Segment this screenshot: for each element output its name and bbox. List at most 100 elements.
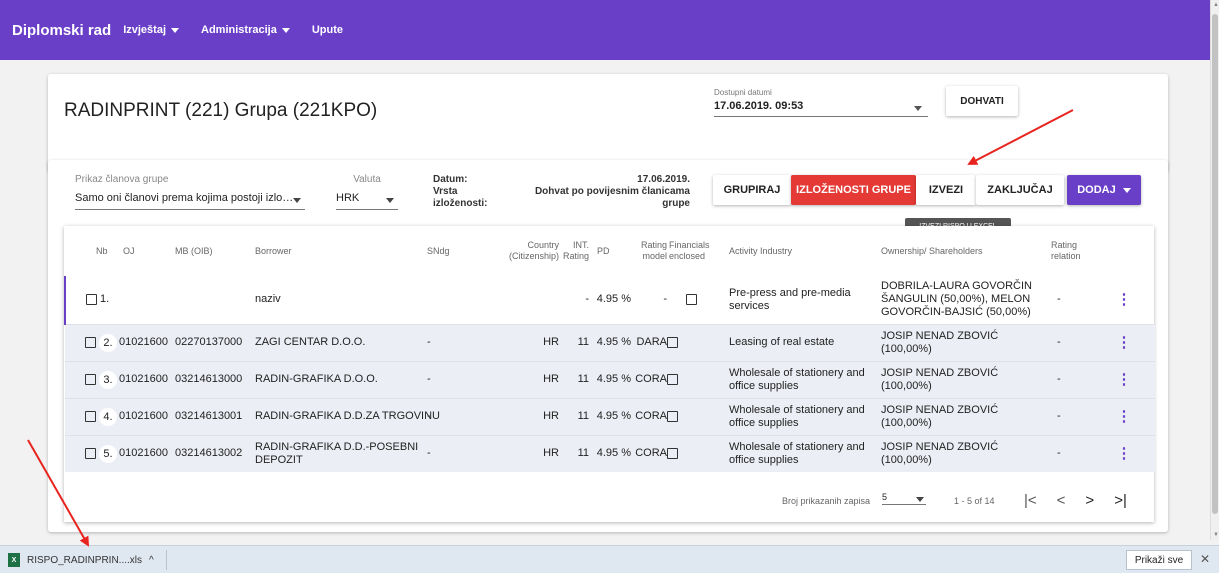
exposure-type-label-1: Vrsta xyxy=(433,186,458,197)
table-row[interactable]: 4. 01021600 03214613001 RADIN-GRAFIKA D.… xyxy=(65,397,1155,435)
app-brand[interactable]: Diplomski rad xyxy=(12,22,111,39)
available-dates-select[interactable]: Dostupni datumi 17.06.2019. 09:53 xyxy=(714,88,928,117)
download-item[interactable]: X RISPO_RADINPRIN....xls ^ xyxy=(8,550,167,570)
rating-model-cell: DARA xyxy=(631,323,667,361)
col-country[interactable]: Country (Citizenship) xyxy=(509,226,559,276)
first-page-icon[interactable]: |< xyxy=(1024,492,1037,509)
close-icon[interactable]: ✕ xyxy=(1200,552,1210,566)
financials-checkbox[interactable] xyxy=(667,410,678,422)
fetch-button[interactable]: DOHVATI xyxy=(946,86,1018,116)
sndg-cell: - xyxy=(427,360,509,398)
col-mb[interactable]: MB (OIB) xyxy=(175,226,255,276)
col-model-line2: model xyxy=(642,251,667,261)
excel-file-icon: X xyxy=(8,553,20,567)
chevron-up-icon[interactable]: ^ xyxy=(149,555,154,566)
ownership-cell: JOSIP NENAD ZBOVIĆ (100,00%) xyxy=(871,323,1051,361)
mb-cell xyxy=(175,276,255,324)
col-int-rating[interactable]: INT. Rating xyxy=(559,226,589,276)
table-row[interactable]: 2. 01021600 02270137000 ZAGI CENTAR D.O.… xyxy=(65,323,1155,361)
oj-cell: 01021600 xyxy=(119,397,175,435)
col-financials[interactable]: Financials enclosed xyxy=(667,226,715,276)
nb-cell: 5. xyxy=(65,434,119,472)
row-menu-icon[interactable]: ⋮ xyxy=(1093,323,1155,361)
oj-cell: 01021600 xyxy=(119,434,175,472)
members-filter-select[interactable]: Prikaz članova grupe Samo oni članovi pr… xyxy=(75,174,305,210)
exposure-type-label-2: izloženosti: xyxy=(433,198,488,209)
relation-cell: - xyxy=(1051,360,1093,398)
col-activity[interactable]: Activity Industry xyxy=(715,226,871,276)
table-row[interactable]: 3. 01021600 03214613000 RADIN-GRAFIKA D.… xyxy=(65,360,1155,398)
download-bar: X RISPO_RADINPRIN....xls ^ Prikaži sve ✕ xyxy=(0,545,1219,573)
financials-checkbox[interactable] xyxy=(667,447,678,459)
currency-label: Valuta xyxy=(353,174,381,185)
menu-izvjestaj[interactable]: Izvještaj xyxy=(123,24,180,36)
group-exposures-button[interactable]: IZLOŽENOSTI GRUPE xyxy=(791,175,916,205)
col-relation[interactable]: Rating relation xyxy=(1051,226,1093,276)
scrollbar-thumb[interactable] xyxy=(1212,14,1218,514)
col-actions xyxy=(1093,226,1155,276)
borrower-cell: ZAGI CENTAR D.O.O. xyxy=(255,323,427,361)
col-oj[interactable]: OJ xyxy=(119,226,175,276)
financials-checkbox[interactable] xyxy=(667,373,678,385)
scroll-down-icon[interactable]: ▼ xyxy=(1213,532,1219,538)
menu-administracija[interactable]: Administracija xyxy=(201,24,290,36)
borrower-cell: RADIN-GRAFIKA D.O.O. xyxy=(255,360,427,398)
col-pd[interactable]: PD xyxy=(589,226,631,276)
chevron-down-icon xyxy=(1122,187,1131,193)
menu-upute-label: Upute xyxy=(311,24,343,36)
row-checkbox[interactable] xyxy=(85,411,96,422)
menu-upute[interactable]: Upute xyxy=(312,24,343,36)
nb-cell: 3. xyxy=(65,360,119,398)
row-menu-icon[interactable]: ⋮ xyxy=(1093,360,1155,398)
col-ownership[interactable]: Ownership/ Shareholders xyxy=(871,226,1051,276)
vertical-scrollbar[interactable]: ▲ ▼ xyxy=(1210,0,1219,540)
row-checkbox[interactable] xyxy=(85,337,96,348)
row-checkbox[interactable] xyxy=(86,294,97,306)
col-nb[interactable]: Nb xyxy=(65,226,119,276)
activity-cell: Wholesale of stationery and office suppl… xyxy=(715,397,871,435)
mb-cell: 03214613002 xyxy=(175,434,255,472)
sndg-cell: - xyxy=(427,434,509,472)
col-relation-line1: Rating xyxy=(1051,240,1078,250)
row-menu-icon[interactable]: ⋮ xyxy=(1093,397,1155,435)
col-sndg[interactable]: SNdg xyxy=(427,226,509,276)
financials-cell xyxy=(667,323,715,361)
table-row[interactable]: 5. 01021600 03214613002 RADIN-GRAFIKA D.… xyxy=(65,434,1155,472)
prev-page-icon[interactable]: < xyxy=(1057,492,1066,509)
row-number: 5. xyxy=(99,444,117,463)
row-menu-icon[interactable]: ⋮ xyxy=(1093,276,1155,324)
next-page-icon[interactable]: > xyxy=(1085,492,1094,509)
chevron-down-icon xyxy=(293,198,301,203)
row-number: 2. xyxy=(99,333,117,352)
show-all-button[interactable]: Prikaži sve xyxy=(1126,550,1192,570)
pd-cell: 4.95 % xyxy=(589,360,631,398)
group-button[interactable]: GRUPIRAJ xyxy=(713,175,791,205)
col-relation-line2: relation xyxy=(1051,251,1081,261)
financials-checkbox[interactable] xyxy=(685,293,697,305)
currency-select[interactable]: Valuta HRK xyxy=(336,174,398,210)
rows-per-page-select[interactable]: 5 xyxy=(882,492,926,505)
scroll-up-icon[interactable]: ▲ xyxy=(1213,2,1219,8)
row-checkbox[interactable] xyxy=(85,374,96,385)
pd-cell: 4.95 % xyxy=(589,434,631,472)
col-int-line1: INT. xyxy=(572,240,589,250)
row-checkbox[interactable] xyxy=(85,448,96,460)
last-page-icon[interactable]: >| xyxy=(1114,492,1127,509)
table-row[interactable]: 1. naziv - 4.95 % - Pre-press and pre-me… xyxy=(64,276,1155,324)
financials-cell xyxy=(667,276,715,324)
sndg-cell xyxy=(427,276,509,324)
export-button[interactable]: IZVEZI xyxy=(916,175,976,205)
lock-button[interactable]: ZAKLJUČAJ xyxy=(976,175,1064,205)
col-rating-model[interactable]: Rating model xyxy=(631,226,667,276)
nb-cell: 1. xyxy=(64,276,119,324)
borrower-cell: RADIN-GRAFIKA D.D.-POSEBNI DEPOZIT xyxy=(255,434,427,472)
chevron-down-icon xyxy=(281,27,290,33)
add-button[interactable]: DODAJ xyxy=(1067,175,1141,205)
row-number: 4. xyxy=(99,407,117,426)
relation-cell: - xyxy=(1051,397,1093,435)
page-title: RADINPRINT (221) Grupa (221KPO) xyxy=(64,100,378,121)
col-borrower[interactable]: Borrower xyxy=(255,226,427,276)
row-menu-icon[interactable]: ⋮ xyxy=(1093,434,1155,472)
chevron-down-icon xyxy=(386,198,394,203)
financials-checkbox[interactable] xyxy=(667,336,678,348)
